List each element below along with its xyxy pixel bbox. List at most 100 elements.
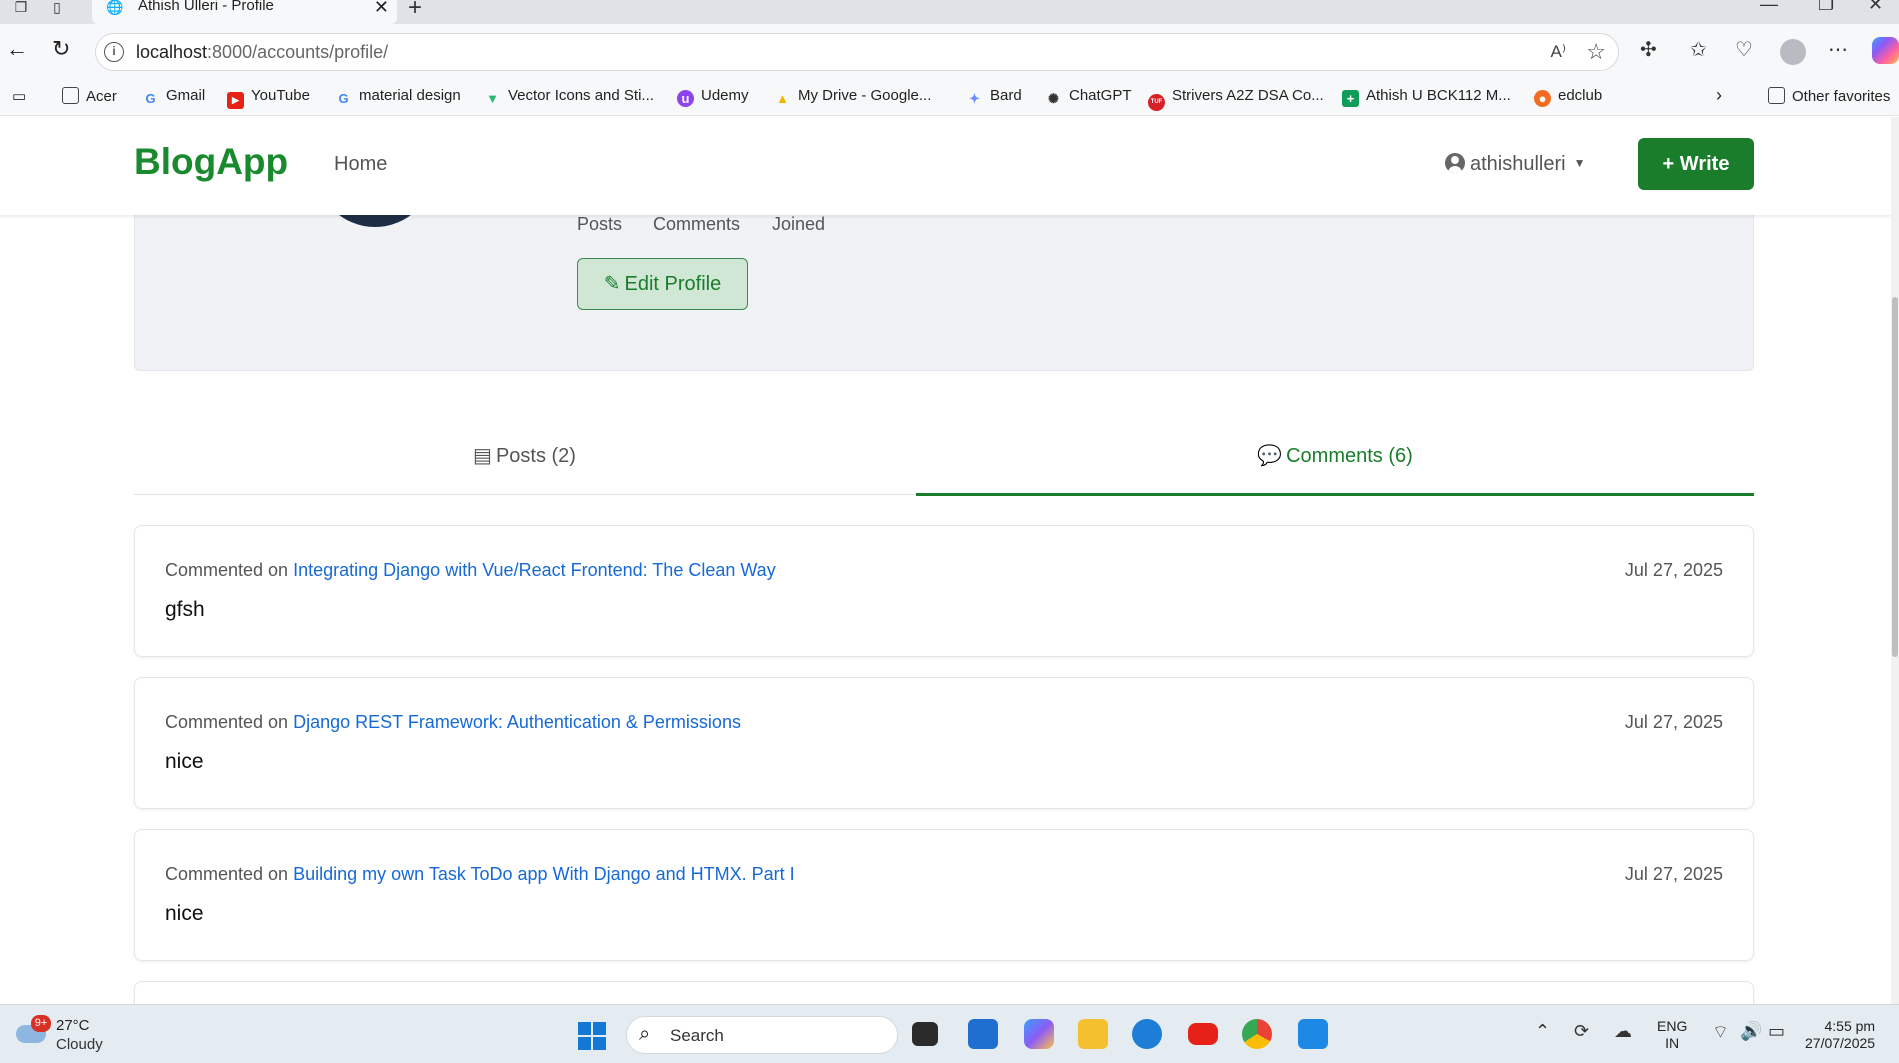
bookmark-udemy[interactable]: u Udemy — [677, 87, 749, 107]
edclub-icon: ● — [1534, 90, 1551, 107]
comment-post-link[interactable]: Building my own Task ToDo app With Djang… — [293, 864, 795, 884]
more-bookmarks-chevron-icon[interactable]: › — [1716, 85, 1722, 106]
refresh-icon[interactable]: ↻ — [52, 38, 70, 60]
bookmark-label: Athish U BCK112 M... — [1366, 87, 1511, 104]
comment-card-partial — [134, 981, 1754, 1004]
url-text[interactable]: localhost:8000/accounts/profile/ — [136, 42, 388, 63]
drive-icon: ▲ — [776, 91, 789, 106]
wifi-icon[interactable]: ⌔ — [1712, 1021, 1729, 1044]
bookmark-acer[interactable]: Acer — [62, 87, 117, 105]
site-info-icon[interactable]: i — [104, 42, 124, 62]
back-icon[interactable]: ← — [6, 38, 28, 60]
bookmark-label: material design — [359, 87, 461, 104]
chrome-icon[interactable] — [1242, 1019, 1272, 1049]
comment-card: Commented on Building my own Task ToDo a… — [134, 829, 1754, 961]
new-tab-icon[interactable]: + — [408, 0, 422, 22]
notification-badge: 9+ — [31, 1015, 51, 1032]
edit-profile-label: Edit Profile — [624, 273, 722, 295]
write-label: Write — [1679, 153, 1730, 175]
other-favorites[interactable]: Other favorites — [1768, 87, 1890, 105]
read-aloud-icon[interactable]: A⁾ — [1550, 42, 1566, 62]
folder-icon — [62, 87, 79, 104]
task-view-icon[interactable] — [912, 1022, 938, 1046]
edit-profile-button[interactable]: ✎ Edit Profile — [577, 258, 748, 310]
extensions-icon[interactable]: ✣ — [1640, 37, 1657, 62]
bookmark-athish-sheet[interactable]: + Athish U BCK112 M... — [1342, 87, 1511, 107]
sync-icon[interactable]: ⟳ — [1574, 1021, 1589, 1042]
comment-meta: Commented on Building my own Task ToDo a… — [165, 864, 795, 885]
copilot-app-icon[interactable] — [1024, 1019, 1054, 1049]
close-window-icon[interactable]: ✕ — [1868, 0, 1883, 15]
bookmark-bard[interactable]: ✦ Bard — [966, 87, 1022, 107]
youtube-icon: ▶ — [227, 92, 244, 109]
browser-toolbar: ← ↻ i localhost:8000/accounts/profile/ A… — [0, 24, 1899, 80]
nav-home-link[interactable]: Home — [334, 153, 387, 176]
tab-posts[interactable]: ▤ Posts (2) — [134, 439, 915, 495]
google-icon: G — [145, 91, 156, 106]
bookmark-youtube[interactable]: ▶ YouTube — [227, 87, 310, 109]
bookmark-label: Gmail — [166, 87, 206, 104]
more-menu-icon[interactable]: ⋯ — [1828, 37, 1848, 62]
udemy-icon: u — [677, 90, 694, 107]
vertical-tabs-icon[interactable]: ▯ — [46, 0, 68, 18]
comment-date: Jul 27, 2025 — [1624, 712, 1723, 732]
browser-tab[interactable]: 🌐 Athish Ulleri - Profile ✕ — [92, 0, 397, 24]
url-host: localhost — [136, 42, 208, 62]
bookmark-label: Vector Icons and Sti... — [508, 87, 654, 104]
scrollbar-thumb[interactable] — [1892, 297, 1898, 657]
comment-post-link[interactable]: Integrating Django with Vue/React Fronte… — [293, 560, 776, 580]
volume-icon[interactable]: 🔊 — [1740, 1021, 1762, 1042]
brand-logo[interactable]: BlogApp — [134, 141, 288, 183]
vscode-icon[interactable] — [1298, 1019, 1328, 1049]
close-tab-icon[interactable]: ✕ — [374, 0, 389, 18]
write-button[interactable]: + Write — [1638, 138, 1754, 190]
comment-post-link[interactable]: Django REST Framework: Authentication & … — [293, 712, 741, 732]
bookmark-label: My Drive - Google... — [798, 87, 932, 104]
copilot-icon[interactable] — [1872, 37, 1899, 64]
search-icon: ⌕ — [639, 1023, 651, 1045]
taskbar-search[interactable]: ⌕ Search — [626, 1016, 898, 1054]
browser-essentials-icon[interactable]: ♡ — [1735, 37, 1753, 62]
url-path: :8000/accounts/profile/ — [207, 42, 389, 62]
chatgpt-icon: ✺ — [1048, 91, 1059, 106]
workspaces-icon[interactable]: ❐ — [10, 0, 32, 18]
globe-icon: 🌐 — [106, 0, 124, 15]
show-hidden-icons-chevron-icon[interactable]: ⌃ — [1535, 1021, 1550, 1042]
language-indicator[interactable]: ENG IN — [1657, 1018, 1687, 1052]
bookmark-my-drive[interactable]: ▲ My Drive - Google... — [774, 87, 931, 107]
user-circle-icon — [1445, 153, 1465, 173]
tuf-icon: TUF — [1148, 94, 1165, 111]
user-menu-dropdown[interactable]: athishulleri ▼ — [1445, 153, 1586, 176]
comment-card: Commented on Django REST Framework: Auth… — [134, 677, 1754, 809]
bookmark-strivers[interactable]: TUF Strivers A2Z DSA Co... — [1148, 87, 1324, 111]
bookmark-material-design[interactable]: Gmaterial design — [335, 87, 461, 107]
restore-icon[interactable]: ❐ — [1818, 0, 1834, 15]
file-explorer-icon[interactable] — [1078, 1019, 1108, 1049]
bookmark-vector-icons[interactable]: ▼ Vector Icons and Sti... — [484, 87, 654, 107]
address-bar[interactable]: i localhost:8000/accounts/profile/ A⁾ ☆ — [95, 33, 1619, 71]
comment-date: Jul 27, 2025 — [1624, 864, 1723, 884]
stat-joined-label: Joined — [772, 214, 826, 234]
youtube-app-icon[interactable] — [1188, 1023, 1218, 1045]
bookmark-gmail[interactable]: G Gmail — [142, 87, 205, 107]
bookmark-edclub[interactable]: ● edclub — [1534, 87, 1602, 107]
system-clock[interactable]: 4:55 pm 27/07/2025 — [1805, 1018, 1875, 1052]
microsoft-store-icon[interactable] — [968, 1019, 998, 1049]
caret-down-icon: ▼ — [1573, 156, 1586, 170]
tab-comments[interactable]: 💬 Comments (6) — [916, 439, 1754, 496]
google-icon: G — [338, 91, 349, 106]
tab-comments-label: Comments (6) — [1286, 445, 1413, 467]
reading-list-icon[interactable]: ▭ — [12, 87, 26, 105]
minimize-icon[interactable]: — — [1760, 0, 1778, 15]
favorites-icon[interactable]: ✩ — [1690, 37, 1707, 62]
browser-tab-strip: ❐ ▯ 🌐 Athish Ulleri - Profile ✕ + — ❐ ✕ — [0, 0, 1899, 24]
start-windows-icon[interactable] — [578, 1022, 606, 1050]
page-scrollbar[interactable] — [1891, 117, 1899, 1004]
comment-text: gfsh — [165, 598, 205, 621]
bookmark-chatgpt[interactable]: ✺ ChatGPT — [1045, 87, 1131, 107]
favorite-star-icon[interactable]: ☆ — [1586, 39, 1606, 65]
battery-icon[interactable]: ▭ — [1768, 1021, 1785, 1042]
edge-browser-icon[interactable] — [1132, 1019, 1162, 1049]
profile-avatar-icon[interactable] — [1780, 39, 1806, 65]
onedrive-icon[interactable]: ☁ — [1614, 1021, 1632, 1042]
